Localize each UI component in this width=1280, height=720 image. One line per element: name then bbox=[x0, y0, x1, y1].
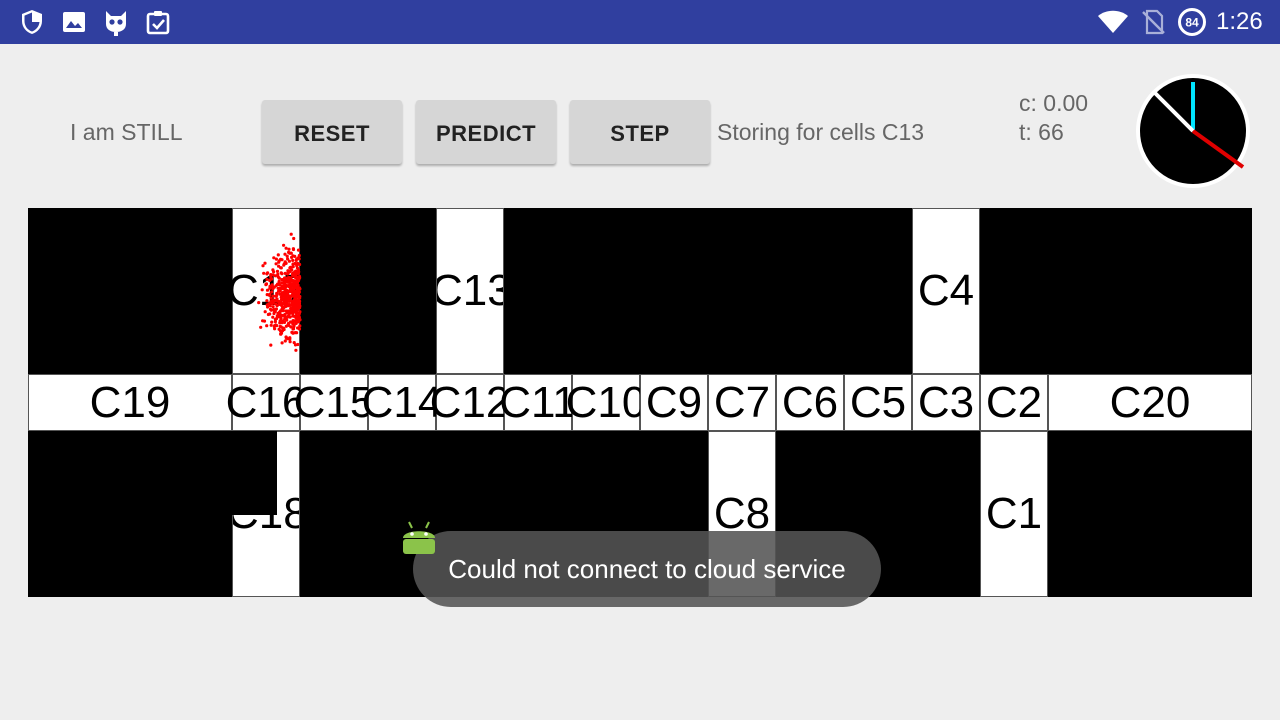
cell-c2: C2 bbox=[980, 374, 1048, 431]
room-block bbox=[300, 208, 436, 374]
overlay-block bbox=[28, 431, 277, 515]
svg-text:84: 84 bbox=[1185, 16, 1199, 30]
cell-c7: C7 bbox=[708, 374, 776, 431]
storing-status: Storing for cells C13 bbox=[717, 119, 925, 145]
cell-c19: C19 bbox=[28, 374, 232, 431]
activity-status: I am STILL bbox=[70, 119, 183, 145]
cat-icon bbox=[106, 11, 126, 36]
cell-c3: C3 bbox=[912, 374, 980, 431]
cell-c1: C1 bbox=[980, 431, 1048, 597]
image-icon bbox=[63, 12, 85, 32]
cell-c10: C10 bbox=[566, 374, 646, 431]
battery-icon: 84 bbox=[1178, 8, 1206, 36]
no-sim-icon bbox=[1142, 9, 1165, 35]
cell-c9: C9 bbox=[640, 374, 708, 431]
cell-c20: C20 bbox=[1048, 374, 1252, 431]
clipboard-check-icon bbox=[146, 11, 170, 35]
android-icon bbox=[403, 521, 435, 554]
wifi-icon bbox=[1098, 10, 1128, 33]
predict-button[interactable]: PREDICT bbox=[416, 100, 556, 164]
t-value: t: 66 bbox=[1019, 119, 1064, 145]
compass-icon bbox=[1136, 74, 1250, 188]
cell-c17: C17 bbox=[227, 208, 308, 374]
shield-icon bbox=[22, 10, 42, 34]
step-button[interactable]: STEP bbox=[570, 100, 710, 164]
cell-c16: C16 bbox=[226, 374, 306, 431]
cell-c14: C14 bbox=[362, 374, 442, 431]
cell-c6: C6 bbox=[776, 374, 844, 431]
reset-button[interactable]: RESET bbox=[262, 100, 402, 164]
toast-message: Could not connect to cloud service bbox=[413, 531, 881, 607]
clock-time: 1:26 bbox=[1216, 8, 1263, 35]
cell-c12: C12 bbox=[430, 374, 510, 431]
cell-c13: C13 bbox=[436, 208, 504, 374]
status-bar: 84 1:26 bbox=[0, 0, 1280, 44]
cell-c15: C15 bbox=[294, 374, 374, 431]
c-value: c: 0.00 bbox=[1019, 90, 1089, 116]
cell-c4: C4 bbox=[912, 208, 980, 374]
cell-c11: C11 bbox=[499, 374, 577, 431]
cell-c5: C5 bbox=[844, 374, 912, 431]
